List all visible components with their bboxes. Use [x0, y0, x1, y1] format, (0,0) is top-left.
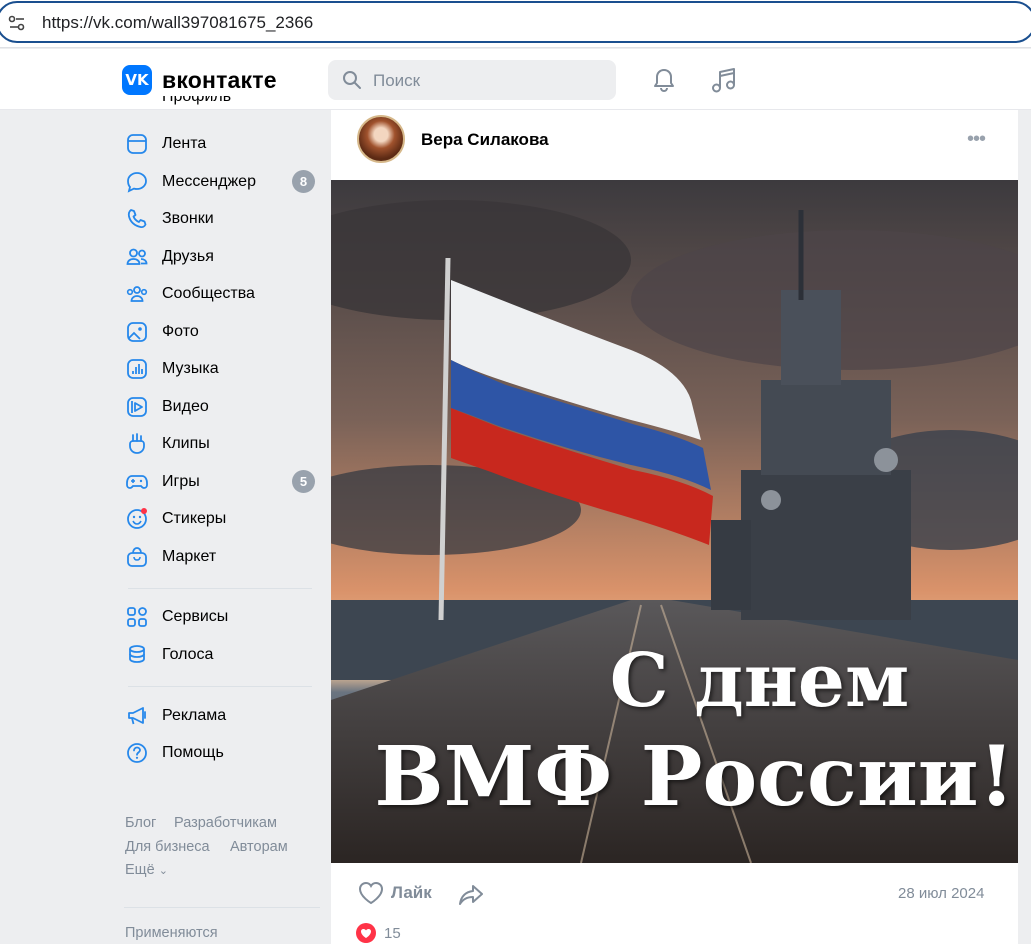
sidebar-item-label: Игры: [162, 473, 200, 490]
caption-line-1: С днем: [609, 638, 910, 724]
sidebar-item-friends[interactable]: Друзья: [120, 241, 320, 273]
share-icon[interactable]: [457, 882, 485, 908]
more-options-icon[interactable]: •••: [967, 128, 986, 151]
search-input[interactable]: Поиск: [328, 60, 616, 100]
sidebar-item-messenger[interactable]: Мессенджер 8: [120, 166, 320, 198]
phone-icon: [127, 209, 147, 229]
heart-reaction-icon[interactable]: [355, 922, 377, 944]
sidebar-item-help[interactable]: Помощь: [120, 737, 320, 769]
sidebar-item-label: Помощь: [162, 744, 224, 761]
news-feed-icon: [127, 134, 147, 154]
sidebar-item-profile[interactable]: Профиль: [120, 96, 320, 114]
friends-icon: [126, 248, 148, 265]
post-photo[interactable]: С днем ВМФ России!: [331, 180, 1018, 863]
sidebar-item-video[interactable]: Видео: [120, 391, 320, 423]
help-icon: [127, 743, 147, 763]
sidebar-item-label: Голоса: [162, 646, 214, 663]
sidebar-item-services[interactable]: Сервисы: [120, 601, 320, 633]
video-icon: [127, 397, 147, 417]
unread-badge: 8: [292, 170, 315, 193]
sidebar-item-label: Звонки: [162, 210, 214, 227]
gamepad-icon: [126, 475, 148, 489]
sidebar-item-label: Сообщества: [162, 285, 255, 302]
browser-address-bar: https://vk.com/wall397081675_2366: [0, 0, 1031, 48]
site-settings-icon[interactable]: [8, 14, 26, 32]
search-placeholder: Поиск: [373, 71, 421, 90]
footer-more-button[interactable]: Ещё ⌄: [125, 862, 168, 878]
footer-link-business[interactable]: Для бизнеса: [125, 839, 210, 855]
sidebar-item-label: Видео: [162, 398, 209, 415]
chat-bubble-icon: [127, 172, 147, 193]
footer-more-label: Ещё: [125, 862, 155, 878]
sidebar-item-photos[interactable]: Фото: [120, 316, 320, 348]
sidebar-item-label: Профиль: [162, 96, 232, 105]
music-note-icon[interactable]: [710, 65, 738, 95]
like-button[interactable]: Лайк: [391, 883, 432, 903]
sidebar-item-calls[interactable]: Звонки: [120, 203, 320, 235]
footer-link-developers[interactable]: Разработчикам: [174, 815, 277, 831]
logo-text: вконтакте: [162, 66, 277, 93]
chevron-down-icon: ⌄: [158, 865, 168, 877]
communities-icon: [126, 286, 148, 302]
sidebar-item-ads[interactable]: Реклама: [120, 700, 320, 732]
music-icon: [127, 359, 147, 379]
sidebar-item-feed[interactable]: Лента: [120, 128, 320, 160]
sidebar-item-label: Лента: [162, 135, 207, 152]
image-caption: С днем ВМФ России!: [331, 635, 1018, 827]
sidebar-item-label: Мессенджер: [162, 173, 256, 190]
url-text: https://vk.com/wall397081675_2366: [42, 13, 314, 32]
votes-coins-icon: [129, 645, 145, 663]
footer-link-blog[interactable]: Блог: [125, 815, 156, 831]
vk-logo[interactable]: VK вконтакте: [122, 65, 277, 95]
sidebar-item-label: Клипы: [162, 435, 210, 452]
post-card: Вера Силакова ••• С днем ВМФ России! Лай…: [331, 110, 1018, 944]
sidebar-item-label: Реклама: [162, 707, 227, 724]
services-grid-icon: [127, 607, 147, 627]
sidebar-item-games[interactable]: Игры 5: [120, 466, 320, 498]
market-bag-icon: [127, 547, 147, 567]
sticker-icon: [127, 508, 147, 529]
post-date[interactable]: 28 июл 2024: [898, 885, 984, 902]
clips-icon: [129, 433, 145, 454]
post-author[interactable]: Вера Силакова: [421, 130, 549, 150]
sidebar-item-votes[interactable]: Голоса: [120, 639, 320, 671]
search-icon: [343, 71, 361, 89]
sidebar-item-music[interactable]: Музыка: [120, 353, 320, 385]
footer-link-authors[interactable]: Авторам: [230, 839, 288, 855]
sidebar-item-label: Музыка: [162, 360, 219, 377]
sidebar-divider: [128, 686, 312, 687]
reaction-count[interactable]: 15: [384, 925, 401, 942]
bell-icon[interactable]: [650, 66, 678, 94]
sidebar-divider: [128, 588, 312, 589]
sidebar-item-label: Стикеры: [162, 510, 227, 527]
vk-logo-icon: VK: [122, 65, 152, 95]
sidebar-item-communities[interactable]: Сообщества: [120, 278, 320, 310]
sidebar-item-market[interactable]: Маркет: [120, 541, 320, 573]
sidebar-divider: [124, 907, 320, 908]
games-badge: 5: [292, 470, 315, 493]
avatar[interactable]: [357, 115, 405, 163]
megaphone-icon: [128, 707, 146, 725]
photo-icon: [127, 322, 147, 342]
sidebar-item-label: Сервисы: [162, 608, 229, 625]
sidebar-item-label: Друзья: [162, 248, 214, 265]
sidebar-item-label: Маркет: [162, 548, 217, 565]
cookie-notice: Применяются: [125, 925, 218, 941]
url-field[interactable]: https://vk.com/wall397081675_2366: [0, 1, 1031, 43]
heart-outline-icon[interactable]: [357, 880, 385, 906]
sidebar-item-label: Фото: [162, 323, 199, 340]
caption-line-2: ВМФ России!: [374, 729, 1015, 825]
sidebar-item-stickers[interactable]: Стикеры: [120, 503, 320, 535]
sidebar-item-clips[interactable]: Клипы: [120, 428, 320, 460]
